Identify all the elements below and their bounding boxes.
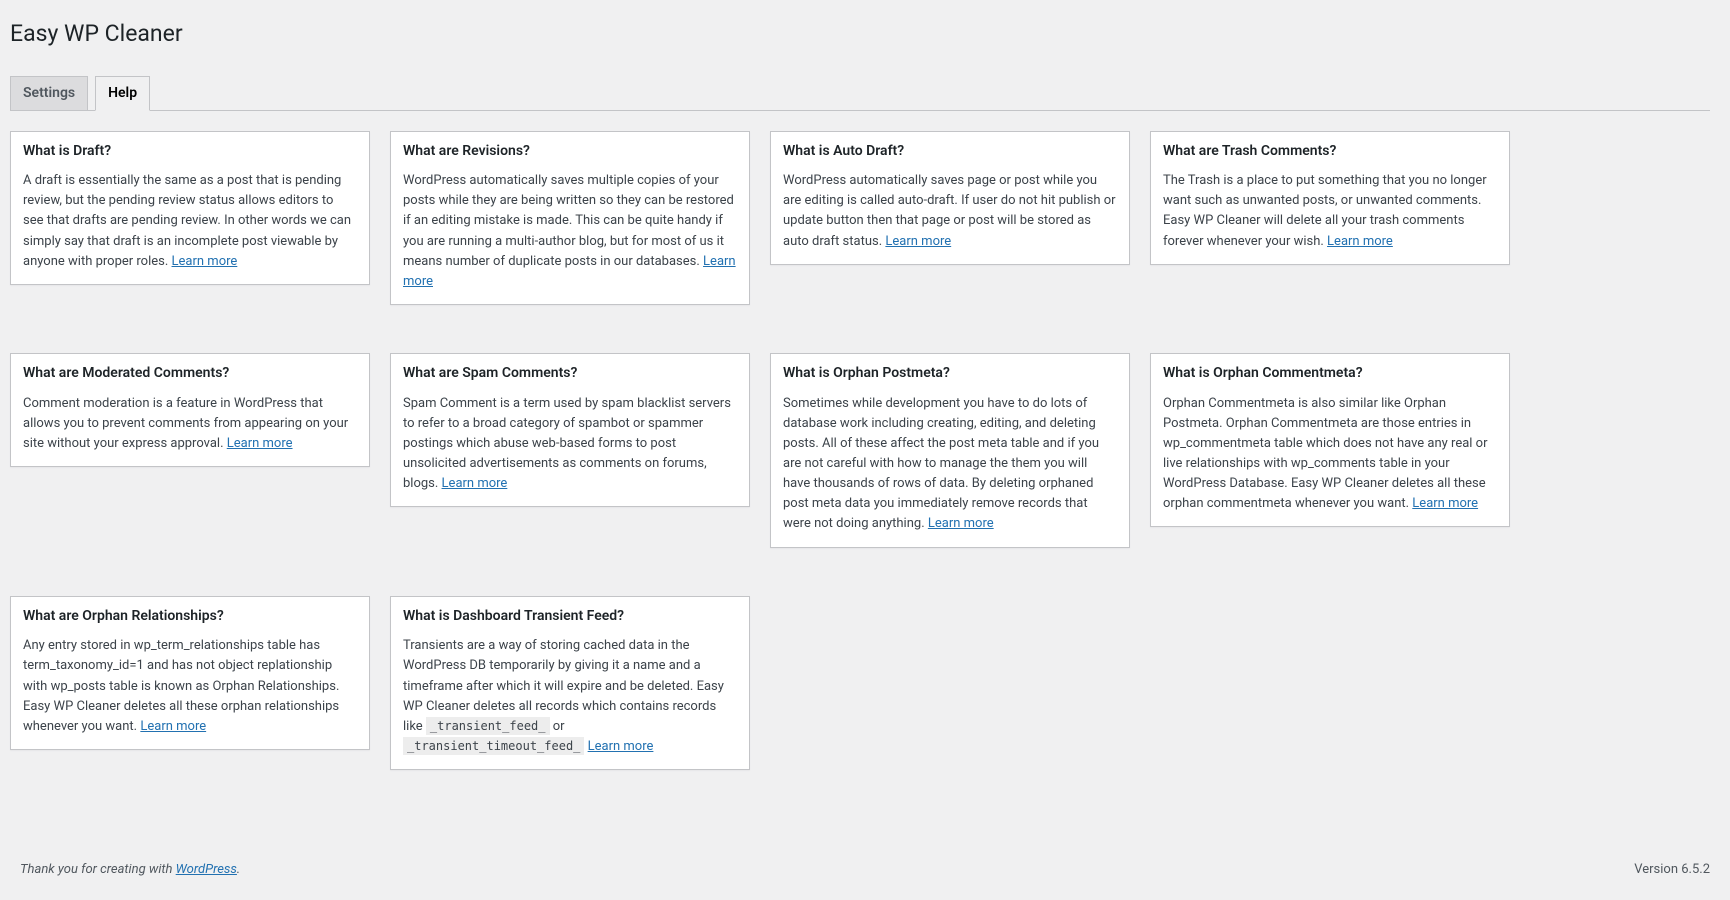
card-title: What are Orphan Relationships? — [11, 597, 369, 631]
card-text: Sometimes while development you have to … — [783, 396, 1099, 532]
card-title: What are Trash Comments? — [1151, 132, 1509, 166]
learn-more-link[interactable]: Learn more — [442, 476, 508, 491]
card-title: What is Draft? — [11, 132, 369, 166]
footer-thankyou-pre: Thank you for creating with — [20, 862, 176, 877]
card-title: What are Revisions? — [391, 132, 749, 166]
card-orphan-commentmeta: What is Orphan Commentmeta? Orphan Comme… — [1150, 353, 1510, 527]
learn-more-link[interactable]: Learn more — [172, 254, 238, 269]
tab-settings[interactable]: Settings — [10, 76, 88, 110]
card-body: Comment moderation is a feature in WordP… — [11, 388, 369, 466]
card-text: Orphan Commentmeta is also similar like … — [1163, 396, 1488, 512]
card-auto-draft: What is Auto Draft? WordPress automatica… — [770, 131, 1130, 265]
learn-more-link[interactable]: Learn more — [1327, 234, 1393, 249]
card-body: Transients are a way of storing cached d… — [391, 630, 749, 769]
help-row-2: What are Moderated Comments? Comment mod… — [10, 353, 1710, 548]
card-body: A draft is essentially the same as a pos… — [11, 165, 369, 284]
admin-wrap: Easy WP Cleaner Settings Help What is Dr… — [0, 0, 1730, 830]
learn-more-link[interactable]: Learn more — [885, 234, 951, 249]
learn-more-link[interactable]: Learn more — [588, 739, 654, 754]
card-body: The Trash is a place to put something th… — [1151, 165, 1509, 264]
card-body: Orphan Commentmeta is also similar like … — [1151, 388, 1509, 527]
card-spam-comments: What are Spam Comments? Spam Comment is … — [390, 353, 750, 507]
learn-more-link[interactable]: Learn more — [928, 516, 994, 531]
card-draft: What is Draft? A draft is essentially th… — [10, 131, 370, 285]
card-revisions: What are Revisions? WordPress automatica… — [390, 131, 750, 305]
nav-tab-wrapper: Settings Help — [10, 67, 1710, 111]
card-body: WordPress automatically saves page or po… — [771, 165, 1129, 264]
code-transient-timeout: _transient_timeout_feed_ — [403, 737, 584, 755]
card-title: What are Spam Comments? — [391, 354, 749, 388]
page-title: Easy WP Cleaner — [10, 20, 1710, 47]
card-title: What is Orphan Commentmeta? — [1151, 354, 1509, 388]
footer-wordpress-link[interactable]: WordPress — [176, 862, 237, 877]
card-orphan-relationships: What are Orphan Relationships? Any entry… — [10, 596, 370, 750]
card-text: The Trash is a place to put something th… — [1163, 173, 1487, 248]
card-body: Sometimes while development you have to … — [771, 388, 1129, 547]
card-dashboard-transient-feed: What is Dashboard Transient Feed? Transi… — [390, 596, 750, 770]
help-row-3: What are Orphan Relationships? Any entry… — [10, 596, 1710, 770]
tab-help[interactable]: Help — [95, 76, 150, 111]
help-row-1: What is Draft? A draft is essentially th… — [10, 131, 1710, 305]
card-orphan-postmeta: What is Orphan Postmeta? Sometimes while… — [770, 353, 1130, 548]
card-title: What are Moderated Comments? — [11, 354, 369, 388]
card-title: What is Orphan Postmeta? — [771, 354, 1129, 388]
card-body: Any entry stored in wp_term_relationship… — [11, 630, 369, 749]
card-moderated-comments: What are Moderated Comments? Comment mod… — [10, 353, 370, 467]
admin-footer: Thank you for creating with WordPress. V… — [0, 839, 1730, 900]
footer-thankyou: Thank you for creating with WordPress. — [20, 862, 240, 877]
card-text: WordPress automatically saves multiple c… — [403, 173, 734, 269]
code-transient-feed: _transient_feed_ — [426, 717, 550, 735]
card-trash-comments: What are Trash Comments? The Trash is a … — [1150, 131, 1510, 265]
card-title: What is Auto Draft? — [771, 132, 1129, 166]
footer-thankyou-post: . — [237, 862, 240, 877]
card-body: Spam Comment is a term used by spam blac… — [391, 388, 749, 507]
card-title: What is Dashboard Transient Feed? — [391, 597, 749, 631]
learn-more-link[interactable]: Learn more — [227, 436, 293, 451]
learn-more-link[interactable]: Learn more — [140, 719, 206, 734]
footer-version: Version 6.5.2 — [1634, 862, 1710, 877]
learn-more-link[interactable]: Learn more — [1412, 496, 1478, 511]
card-text: Comment moderation is a feature in WordP… — [23, 396, 348, 451]
card-body: WordPress automatically saves multiple c… — [391, 165, 749, 304]
card-text-mid: or — [550, 719, 565, 734]
